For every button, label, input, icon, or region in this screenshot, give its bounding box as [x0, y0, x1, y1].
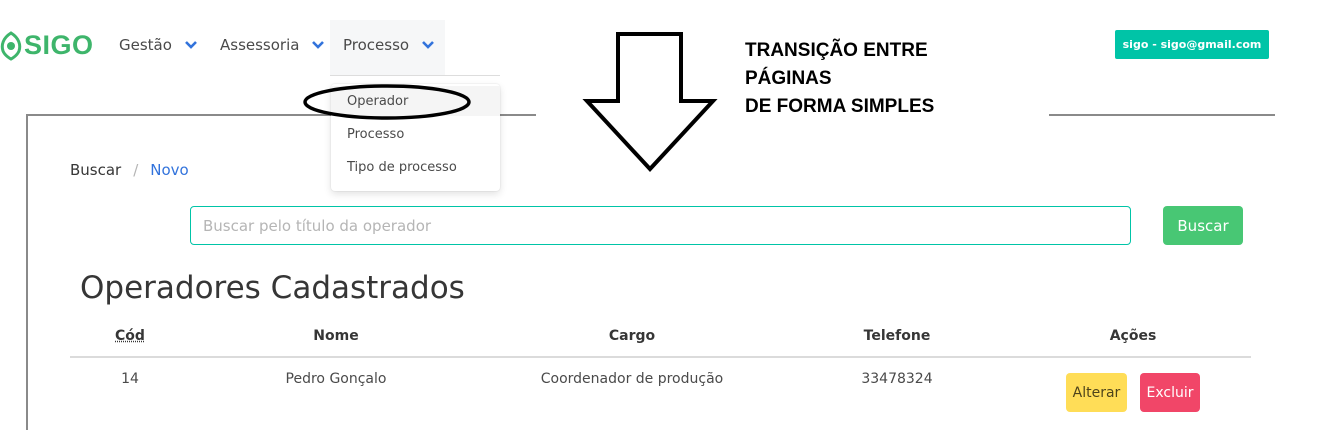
column-header-nome: Nome — [313, 328, 359, 344]
eye-leaf-icon — [0, 31, 22, 61]
cell-telefone: 33478324 — [861, 371, 933, 387]
delete-button[interactable]: Excluir — [1140, 373, 1200, 412]
highlight-ellipse — [303, 84, 471, 120]
chevron-down-icon — [422, 41, 435, 49]
nav-item-assessoria[interactable]: Assessoria — [220, 34, 325, 56]
nav-item-processo[interactable]: Processo — [343, 34, 435, 56]
dropdown-item-tipo-de-processo[interactable]: Tipo de processo — [331, 152, 500, 182]
container-border-top — [500, 114, 536, 116]
nav-item-gestao[interactable]: Gestão — [119, 34, 198, 56]
container-border-top — [1049, 114, 1275, 116]
annotation-text: TRANSIÇÃO ENTRE PÁGINAS DE FORMA SIMPLES — [745, 37, 934, 121]
user-account-button[interactable]: sigo - sigo@gmail.com — [1115, 30, 1269, 59]
breadcrumb-item-buscar[interactable]: Buscar — [70, 161, 121, 179]
breadcrumb-item-novo[interactable]: Novo — [150, 161, 188, 179]
cell-cargo: Coordenador de produção — [540, 371, 724, 387]
breadcrumb: Buscar / Novo — [70, 161, 189, 179]
nav-item-label: Processo — [343, 36, 410, 54]
cell-nome: Pedro Gonçalo — [285, 371, 387, 387]
nav-item-label: Assessoria — [220, 36, 300, 54]
annotation-line: DE FORMA SIMPLES — [745, 96, 935, 117]
page-title: Operadores Cadastrados — [80, 270, 465, 306]
table-header-divider — [70, 356, 1251, 358]
brand-logo[interactable]: SIGO — [0, 28, 94, 62]
nav-divider — [330, 75, 500, 76]
column-header-telefone: Telefone — [863, 328, 931, 344]
column-header-cod: Cód — [115, 328, 145, 344]
cell-cod: 14 — [121, 371, 139, 387]
edit-button[interactable]: Alterar — [1066, 373, 1127, 412]
chevron-down-icon — [185, 41, 197, 49]
annotation-line: PÁGINAS — [745, 68, 832, 89]
search-button[interactable]: Buscar — [1163, 206, 1243, 245]
annotation-line: TRANSIÇÃO ENTRE — [745, 40, 928, 61]
container-border-left — [26, 114, 28, 430]
column-header-cargo: Cargo — [608, 328, 656, 344]
arrow-down-icon — [582, 32, 718, 172]
dropdown-item-processo[interactable]: Processo — [331, 119, 500, 149]
container-border-top — [26, 114, 332, 116]
breadcrumb-separator: / — [133, 161, 139, 179]
column-header-acoes: Ações — [1109, 328, 1157, 344]
brand-name: SIGO — [24, 29, 94, 60]
nav-item-label: Gestão — [119, 36, 172, 54]
chevron-down-icon — [312, 41, 325, 49]
search-input[interactable] — [190, 206, 1131, 245]
